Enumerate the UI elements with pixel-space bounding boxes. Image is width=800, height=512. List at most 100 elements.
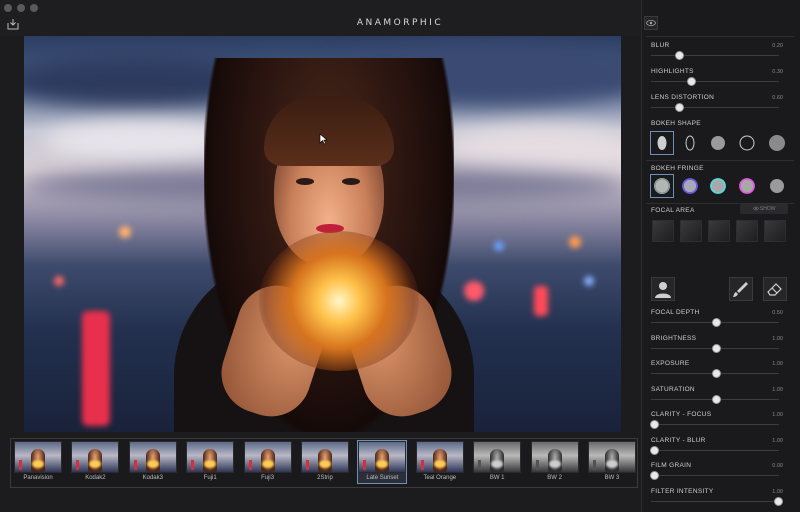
focal-area-show-toggle[interactable]: SHOW xyxy=(740,204,788,214)
filter-thumbnail[interactable]: Fuji3 xyxy=(243,441,292,483)
eraser-icon xyxy=(767,283,782,296)
exposure-label: EXPOSURE xyxy=(651,360,690,367)
bokeh-fringe-purple-button[interactable] xyxy=(678,174,702,198)
focal-depth-slider-knob[interactable] xyxy=(712,318,721,327)
film-grain-slider-knob[interactable] xyxy=(650,471,659,480)
filter-intensity-value: 1.00 xyxy=(772,488,783,495)
film-grain-slider-track[interactable] xyxy=(651,475,779,476)
fringe-purple-icon xyxy=(682,178,698,194)
bokeh-shape-soft-button[interactable] xyxy=(765,131,789,155)
filter-preview-image xyxy=(243,441,292,473)
photo-canvas[interactable] xyxy=(24,36,621,432)
filter-thumbnail[interactable]: Teal Orange xyxy=(415,441,464,483)
lens-distortion-value: 0.60 xyxy=(772,95,783,101)
filter-intensity-slider-track[interactable] xyxy=(651,500,779,502)
filter-thumbnail[interactable]: Kodak3 xyxy=(128,441,177,483)
filter-label: Late Sunset xyxy=(366,475,399,481)
clarity-blur-value: 1.00 xyxy=(772,437,783,444)
bokeh-fringe-green-button[interactable] xyxy=(650,174,674,198)
fringe-green-icon xyxy=(654,178,670,194)
bokeh-fringe-none-button[interactable] xyxy=(765,174,789,198)
bokeh-shape-oval-button[interactable] xyxy=(650,131,674,155)
blur-slider-track[interactable] xyxy=(651,55,779,56)
focal-area-label: FOCAL AREA xyxy=(651,207,695,214)
lens-distortion-label: LENS DISTORTION xyxy=(651,94,715,101)
filter-thumbnail[interactable]: Fuji1 xyxy=(186,441,235,483)
saturation-slider-knob[interactable] xyxy=(712,394,721,404)
brightness-slider-knob[interactable] xyxy=(712,343,721,353)
filter-preview-image xyxy=(14,441,62,473)
focal-area-preset-1[interactable] xyxy=(652,220,674,242)
bokeh-fringe-magenta-button[interactable] xyxy=(735,174,759,198)
filter-preview-image xyxy=(128,441,177,473)
focal-depth-label: FOCAL DEPTH xyxy=(651,309,700,316)
clarity-blur-slider-knob[interactable] xyxy=(650,445,659,455)
focal-area-preset-4[interactable] xyxy=(736,220,758,242)
filter-preview-image xyxy=(71,441,120,473)
filter-label: Kodak2 xyxy=(85,475,106,481)
exposure-value: 1.00 xyxy=(772,361,783,367)
focal-area-preset-5[interactable] xyxy=(764,220,786,242)
brush-tool-button[interactable] xyxy=(729,277,753,301)
filter-preview-image xyxy=(301,441,349,473)
bokeh-shape-label: BOKEH SHAPE xyxy=(651,120,701,127)
close-window-button[interactable] xyxy=(4,4,12,12)
saturation-value: 1.00 xyxy=(772,386,783,393)
preview-toggle-eye-icon[interactable] xyxy=(644,16,658,30)
oval-outline-icon xyxy=(685,135,695,151)
lens-distortion-slider-track[interactable] xyxy=(651,107,779,108)
import-icon[interactable] xyxy=(7,18,19,30)
lens-distortion-slider-knob[interactable] xyxy=(674,103,684,112)
filter-label: Kodak3 xyxy=(142,475,163,481)
blur-slider-knob[interactable] xyxy=(674,51,684,60)
fringe-none-icon xyxy=(770,179,784,193)
filter-thumbnail[interactable]: BW 3 xyxy=(588,441,636,483)
bokeh-fringe-cyan-button[interactable] xyxy=(706,174,730,198)
bokeh-fringe-label: BOKEH FRINGE xyxy=(651,165,704,172)
filter-preview-image xyxy=(473,441,522,473)
focal-area-preset-3[interactable] xyxy=(708,220,730,242)
focal-area-show-label: SHOW xyxy=(759,206,776,212)
circle-soft-icon xyxy=(769,135,785,151)
blur-value: 0.20 xyxy=(772,43,783,49)
highlights-slider-track[interactable] xyxy=(651,81,779,82)
filter-label: BW 2 xyxy=(547,475,562,481)
clarity-focus-slider-track[interactable] xyxy=(651,424,779,425)
filter-thumbnail[interactable]: BW 1 xyxy=(473,441,522,483)
filter-preview-image xyxy=(186,441,235,473)
bokeh-shape-ring-button[interactable] xyxy=(735,131,759,155)
filter-preview-image xyxy=(588,441,636,473)
exposure-slider-knob[interactable] xyxy=(712,369,721,378)
filter-thumbnail[interactable]: Kodak2 xyxy=(71,441,120,483)
eraser-tool-button[interactable] xyxy=(763,277,787,301)
clarity-blur-slider-track[interactable] xyxy=(651,449,779,451)
filter-label: Panavision xyxy=(23,475,53,481)
focal-area-preset-2[interactable] xyxy=(680,220,702,242)
circle-outline-icon xyxy=(739,135,755,151)
filter-thumbnail[interactable]: BW 2 xyxy=(530,441,579,483)
fringe-magenta-icon xyxy=(739,178,755,194)
mouse-cursor-icon xyxy=(319,133,328,145)
clarity-focus-slider-knob[interactable] xyxy=(650,420,659,429)
bokeh-shape-circle-button[interactable] xyxy=(706,131,730,155)
filter-thumbnail[interactable]: Late Sunset xyxy=(357,440,408,484)
filter-preview-image xyxy=(530,441,579,473)
brightness-value: 1.00 xyxy=(772,335,783,342)
fringe-cyan-icon xyxy=(710,178,726,194)
filter-intensity-slider-knob[interactable] xyxy=(774,496,783,506)
filter-label: 2Strip xyxy=(317,475,333,481)
filter-label: Fuji3 xyxy=(261,475,275,481)
highlights-value: 0.30 xyxy=(772,69,783,75)
bokeh-shape-oval-outline-button[interactable] xyxy=(678,131,702,155)
minimize-window-button[interactable] xyxy=(17,4,25,12)
filter-thumbnail[interactable]: Panavision xyxy=(14,441,62,483)
zoom-window-button[interactable] xyxy=(30,4,38,12)
clarity-focus-value: 1.00 xyxy=(772,412,783,418)
filter-label: BW 3 xyxy=(604,475,620,481)
filter-thumbnail[interactable]: 2Strip xyxy=(301,441,349,483)
filter-label: Teal Orange xyxy=(423,475,457,481)
oval-filled-icon xyxy=(657,136,667,150)
select-person-button[interactable] xyxy=(651,277,675,301)
person-icon xyxy=(655,282,671,298)
saturation-label: SATURATION xyxy=(651,385,695,393)
